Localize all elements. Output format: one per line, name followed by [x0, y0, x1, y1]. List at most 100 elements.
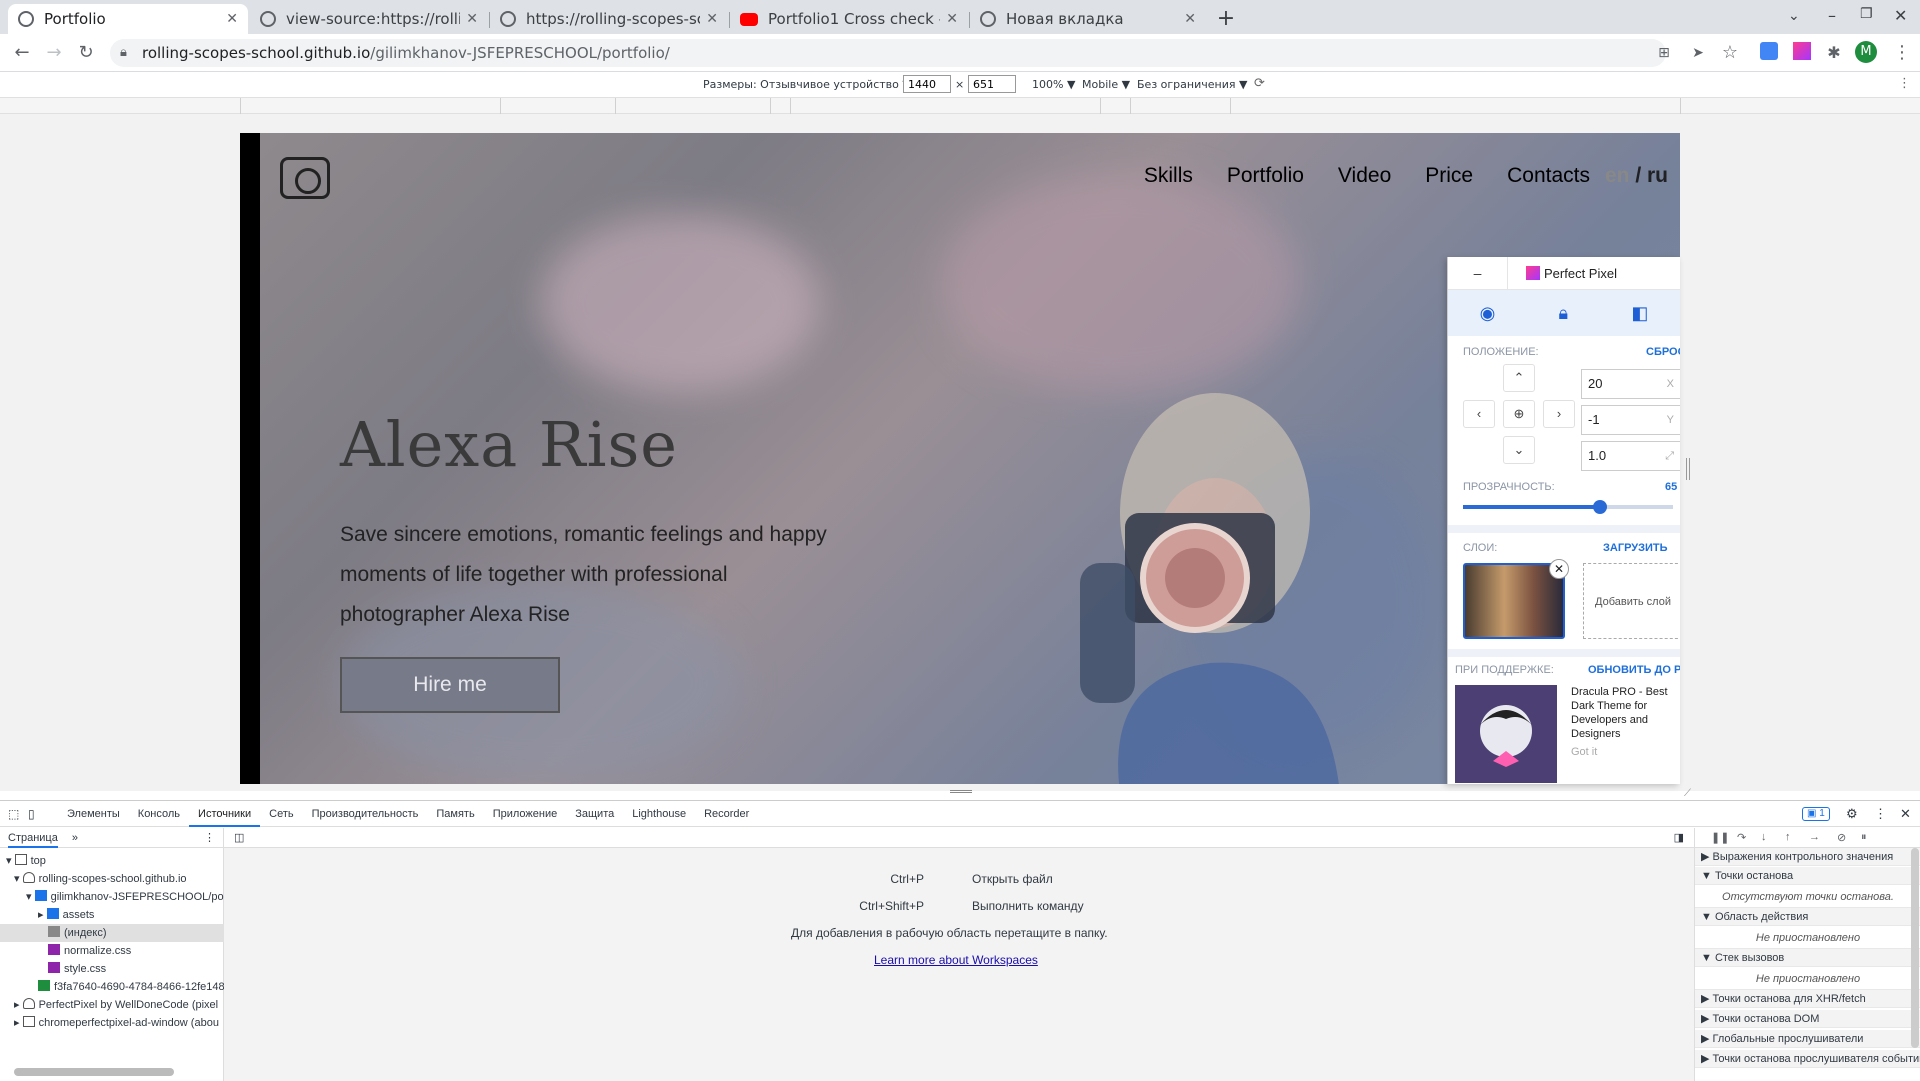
hire-me-button[interactable]: Hire me [340, 657, 560, 713]
ad-got-it-link[interactable]: Got it [1571, 745, 1680, 759]
zoom-dropdown[interactable]: 100% ▼ [1032, 78, 1075, 91]
tab-page[interactable]: Страница [8, 832, 58, 848]
extensions-puzzle-icon[interactable]: ✱ [1822, 41, 1846, 65]
tree-item[interactable]: ▸ PerfectPixel by WellDoneCode (pixel [0, 996, 224, 1014]
reload-icon[interactable]: ↻ [74, 41, 98, 65]
event-listener-breakpoints-section[interactable]: ▶ Точки останова прослушивателя событий [1695, 1050, 1920, 1068]
tab-security[interactable]: Защита [566, 801, 623, 827]
dimensions-dropdown[interactable]: Размеры: Отзывчивое устройство ▼ [703, 78, 911, 91]
throttle-dropdown[interactable]: Без ограничения ▼ [1137, 78, 1247, 91]
upgrade-pro-link[interactable]: ОБНОВИТЬ ДО PRO [1588, 664, 1680, 676]
panel-resize-handle[interactable] [1686, 458, 1690, 480]
pause-icon[interactable]: ❚❚ [1711, 831, 1729, 844]
tree-item[interactable]: style.css [0, 960, 224, 978]
settings-gear-icon[interactable]: ⚙ [1846, 806, 1858, 822]
tab-lighthouse[interactable]: Lighthouse [623, 801, 695, 827]
device-toolbar-menu-icon[interactable]: ⋮ [1898, 76, 1911, 91]
dom-breakpoints-section[interactable]: ▶ Точки останова DOM [1695, 1010, 1920, 1028]
tab-search-icon[interactable]: ⌄ [1788, 8, 1800, 24]
invert-icon[interactable]: ◧ [1631, 303, 1648, 324]
move-up-button[interactable]: ⌃ [1503, 364, 1535, 392]
back-icon[interactable]: ← [10, 41, 34, 65]
navigator-menu-icon[interactable]: ⋮ [204, 828, 215, 848]
viewport-height-input[interactable] [968, 75, 1016, 93]
step-over-icon[interactable]: ↷ [1737, 831, 1746, 844]
close-window-icon[interactable]: ✕ [1894, 6, 1907, 25]
x-offset-field[interactable]: 20 X [1581, 369, 1680, 399]
tab-memory[interactable]: Память [427, 801, 483, 827]
opacity-slider-handle[interactable] [1592, 500, 1607, 514]
forward-icon[interactable]: → [42, 41, 66, 65]
chrome-menu-icon[interactable]: ⋮ [1890, 41, 1914, 65]
devtools-menu-icon[interactable]: ⋮ [1874, 806, 1887, 822]
restore-window-icon[interactable]: ❐ [1860, 6, 1873, 22]
viewport-height-handle[interactable] [950, 790, 972, 793]
tab-performance[interactable]: Производительность [303, 801, 428, 827]
nav-link-portfolio[interactable]: Portfolio [1227, 164, 1304, 188]
tree-item[interactable]: ▸ assets [0, 906, 224, 924]
pp-minimize-button[interactable]: – [1448, 257, 1508, 290]
call-stack-section[interactable]: ▼ Стек вызовов [1695, 949, 1920, 967]
nav-link-skills[interactable]: Skills [1144, 164, 1193, 188]
nav-link-price[interactable]: Price [1425, 164, 1473, 188]
nav-link-contacts[interactable]: Contacts [1507, 164, 1590, 188]
global-listeners-section[interactable]: ▶ Глобальные прослушиватели [1695, 1030, 1920, 1048]
tree-item[interactable]: normalize.css [0, 942, 224, 960]
tree-item[interactable]: ▾ top [0, 852, 224, 870]
inspect-element-icon[interactable]: ⬚ [8, 807, 28, 821]
remove-layer-icon[interactable]: ✕ [1549, 559, 1569, 579]
tree-item[interactable]: ▸ chromeperfectpixel-ad-window (abou [0, 1014, 224, 1032]
close-tab-icon[interactable]: ✕ [706, 11, 718, 27]
browser-tab[interactable]: view-source:https://rolling-s ✕ [250, 4, 488, 34]
pause-on-exceptions-icon[interactable]: ⏸ [1861, 831, 1867, 844]
tab-console[interactable]: Консоль [129, 801, 189, 827]
step-out-icon[interactable]: ↑ [1785, 831, 1791, 843]
step-into-icon[interactable]: ↓ [1761, 831, 1767, 843]
rotate-icon[interactable]: ⟳ [1254, 76, 1265, 91]
device-toggle-icon[interactable]: ▯ [28, 807, 58, 821]
close-devtools-icon[interactable]: ✕ [1900, 806, 1911, 822]
browser-tab[interactable]: https://rolling-scopes-sch ✕ [490, 4, 728, 34]
viewport-width-input[interactable] [903, 75, 951, 93]
lang-en[interactable]: en [1605, 164, 1630, 187]
deactivate-breakpoints-icon[interactable]: ⊘ [1837, 831, 1846, 844]
reset-link[interactable]: СБРОС [1646, 346, 1680, 358]
toggle-navigator-icon[interactable]: ◫ [234, 831, 244, 844]
issues-badge[interactable]: ▣ 1 [1802, 807, 1830, 821]
translate-icon[interactable]: ⊞ [1652, 41, 1676, 65]
close-tab-icon[interactable]: ✕ [466, 11, 478, 27]
add-layer-button[interactable]: Добавить слой [1583, 563, 1680, 639]
browser-tab[interactable]: Portfolio1 Cross check - Yo ✕ [730, 4, 968, 34]
upload-link[interactable]: ЗАГРУЗИТЬ [1603, 542, 1668, 554]
tree-item[interactable]: f3fa7640-4690-4784-8466-12fe148 [0, 978, 224, 996]
device-type-dropdown[interactable]: Mobile ▼ [1082, 78, 1130, 91]
perfect-pixel-extension-icon[interactable] [1793, 42, 1811, 60]
lock-icon[interactable]: 🔒︎ [120, 39, 127, 67]
y-offset-field[interactable]: -1 Y [1581, 405, 1680, 435]
close-tab-icon[interactable]: ✕ [226, 11, 238, 27]
viewport-resize-corner[interactable]: ⟋ [1684, 788, 1691, 799]
new-tab-button[interactable]: + [1212, 5, 1240, 33]
lock-icon[interactable]: 🔒︎ [1559, 303, 1569, 324]
browser-tab[interactable]: Portfolio ✕ [8, 4, 248, 34]
tab-sources[interactable]: Источники [189, 801, 261, 827]
camera-logo-icon[interactable] [280, 157, 330, 199]
scale-field[interactable]: 1.0 ⤢ [1581, 441, 1680, 471]
url-bar[interactable]: 🔒︎ rolling-scopes-school.github.io/gilim… [110, 39, 1666, 67]
workspaces-link[interactable]: Learn more about Workspaces [874, 953, 1038, 967]
tree-item[interactable]: ▾ rolling-scopes-school.github.io [0, 870, 224, 888]
more-tabs-icon[interactable]: » [72, 832, 78, 844]
step-icon[interactable]: → [1809, 831, 1820, 843]
center-button[interactable]: ⊕ [1503, 400, 1535, 428]
move-left-button[interactable]: ‹ [1463, 400, 1495, 428]
browser-tab[interactable]: Новая вкладка ✕ [970, 4, 1206, 34]
opacity-slider[interactable] [1463, 500, 1673, 514]
tree-item[interactable]: ▾ gilimkhanov-JSFEPRESCHOOL/portfolio [0, 888, 224, 906]
vertical-scrollbar[interactable] [1911, 848, 1919, 1048]
breakpoints-section[interactable]: ▼ Точки останова [1695, 867, 1920, 885]
move-right-button[interactable]: › [1543, 400, 1575, 428]
xhr-breakpoints-section[interactable]: ▶ Точки останова для XHR/fetch [1695, 990, 1920, 1008]
tab-recorder[interactable]: Recorder [695, 801, 758, 827]
tab-elements[interactable]: Элементы [58, 801, 129, 827]
close-tab-icon[interactable]: ✕ [946, 11, 958, 27]
